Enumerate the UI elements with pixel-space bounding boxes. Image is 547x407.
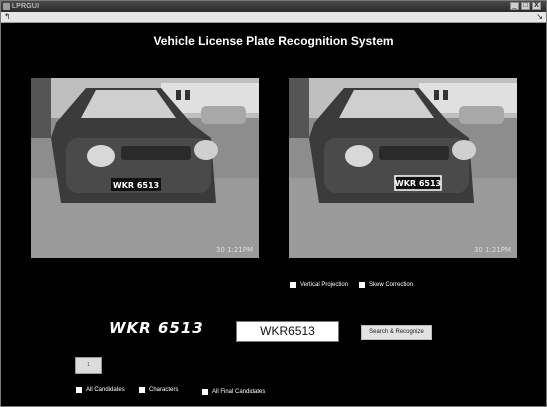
back-arrow-icon[interactable]: ↰ bbox=[4, 12, 11, 22]
skew-correction-label: Skew Correction bbox=[369, 282, 414, 288]
candidate-index-button[interactable]: 1 bbox=[75, 357, 102, 374]
checkbox-box[interactable] bbox=[76, 387, 82, 393]
extracted-plate-image: WKR 6513 bbox=[109, 319, 204, 337]
minimize-button[interactable]: _ bbox=[510, 2, 519, 10]
page-title: Vehicle License Plate Recognition System bbox=[153, 34, 394, 48]
left-timestamp: 30 1:21PM bbox=[216, 246, 253, 254]
processed-image: WKR 6513 30 1:21PM bbox=[289, 78, 517, 258]
maximize-button[interactable]: □ bbox=[521, 2, 530, 10]
app-window: LPRGUI _ □ X ↰ ↘ Vehicle License Plate R… bbox=[0, 0, 547, 407]
dock-arrow-icon[interactable]: ↘ bbox=[536, 12, 543, 22]
title-bar[interactable]: LPRGUI _ □ X bbox=[1, 1, 546, 12]
checkbox-box[interactable] bbox=[290, 282, 296, 288]
characters-checkbox[interactable]: Characters bbox=[139, 387, 178, 393]
original-image: WKR 6513 30 1:21PM bbox=[31, 78, 259, 258]
right-plate-text: WKR 6513 bbox=[395, 179, 441, 188]
app-icon bbox=[3, 3, 10, 10]
window-title: LPRGUI bbox=[12, 3, 40, 10]
all-final-candidates-checkbox[interactable]: All Final Candidates bbox=[202, 389, 265, 395]
all-candidates-checkbox[interactable]: All Candidates bbox=[76, 387, 125, 393]
vertical-projection-checkbox[interactable]: Vertical Projection bbox=[290, 282, 348, 288]
all-final-candidates-label: All Final Candidates bbox=[212, 389, 266, 395]
vertical-projection-label: Vertical Projection bbox=[300, 282, 349, 288]
checkbox-box[interactable] bbox=[139, 387, 145, 393]
checkbox-box[interactable] bbox=[359, 282, 365, 288]
characters-label: Characters bbox=[149, 387, 179, 393]
left-plate-text: WKR 6513 bbox=[113, 181, 159, 190]
checkbox-box[interactable] bbox=[202, 389, 208, 395]
toolbar: ↰ ↘ bbox=[1, 12, 546, 23]
close-button[interactable]: X bbox=[532, 2, 541, 10]
skew-correction-checkbox[interactable]: Skew Correction bbox=[359, 282, 413, 288]
all-candidates-label: All Candidates bbox=[86, 387, 125, 393]
recognized-text-field: WKR6513 bbox=[236, 321, 339, 342]
search-recognize-button[interactable]: Search & Recognize bbox=[361, 325, 432, 340]
right-timestamp: 30 1:21PM bbox=[474, 246, 511, 254]
